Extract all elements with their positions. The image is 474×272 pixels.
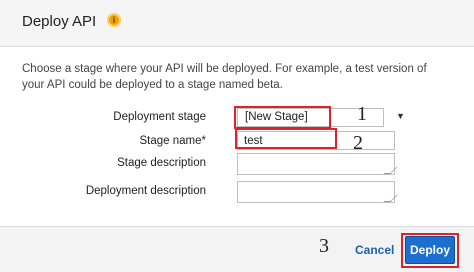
step-number-1: 1	[357, 103, 367, 125]
deployment-description-label: Deployment description	[85, 185, 206, 197]
highlight-box-stage	[234, 106, 331, 129]
cancel-button[interactable]: Cancel	[355, 243, 394, 257]
stage-description-textarea[interactable]	[237, 153, 395, 175]
dialog-description: Choose a stage where your API will be de…	[22, 63, 427, 91]
stage-description-label: Stage description	[117, 157, 206, 169]
chevron-down-icon[interactable]: ▼	[396, 111, 405, 121]
highlight-box-name	[235, 128, 337, 149]
dialog-title: Deploy API	[22, 13, 97, 30]
step-number-2: 2	[353, 132, 363, 154]
stage-name-label: Stage name*	[139, 135, 207, 147]
step-number-3: 3	[319, 235, 329, 257]
deployment-description-textarea[interactable]	[237, 181, 395, 203]
deployment-stage-label: Deployment stage	[113, 111, 206, 123]
deploy-button[interactable]: Deploy	[405, 236, 455, 264]
info-icon[interactable]: i	[107, 13, 121, 27]
